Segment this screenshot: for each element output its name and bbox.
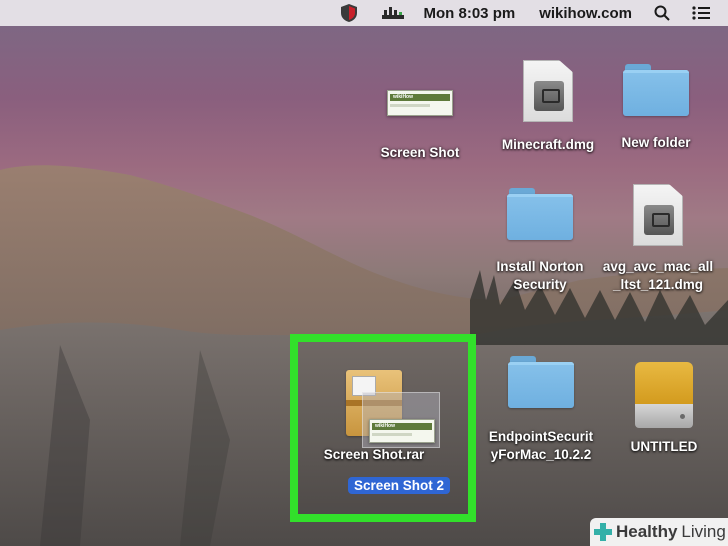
menu-bar: Mon 8:03 pm wikihow.com — [0, 0, 728, 26]
drag-selected-label[interactable]: Screen Shot 2 — [348, 477, 451, 494]
screenshot-thumbnail-icon: wikiHow — [369, 419, 435, 443]
folder-icon — [507, 188, 573, 240]
notification-list-icon[interactable] — [692, 6, 710, 20]
watermark-brand-bold: Healthy — [616, 522, 678, 541]
desktop-item-minecraft-dmg[interactable]: Minecraft.dmg — [493, 60, 603, 154]
drag-label-wrapper: Screen Shot 2 — [348, 477, 451, 495]
watermark-brand-light: Living — [681, 522, 726, 541]
spotlight-search-icon[interactable] — [654, 5, 670, 21]
menu-site-label: wikihow.com — [539, 4, 632, 22]
external-drive-icon — [635, 362, 693, 428]
desktop-item-label: New folder — [621, 135, 691, 150]
desktop-item-screen-shot[interactable]: wikiHow Screen Shot — [372, 88, 468, 162]
thumbnail-text: wikiHow — [375, 423, 396, 429]
desktop-item-label: UNTITLED — [630, 439, 698, 454]
desktop-item-untitled-drive[interactable]: UNTITLED — [616, 362, 712, 456]
watermark: Healthy Living — [590, 518, 728, 546]
desktop-item-label: Install Norton Security — [496, 259, 584, 292]
screenshot-thumbnail-icon: wikiHow — [387, 90, 453, 116]
drag-preview: wikiHow — [362, 392, 440, 448]
disk-image-icon — [523, 60, 573, 122]
desktop-item-label: EndpointSecurit yForMac_10.2.2 — [488, 429, 594, 462]
shield-icon[interactable] — [340, 3, 358, 23]
desktop-item-label: Minecraft.dmg — [501, 137, 595, 152]
desktop-item-install-norton[interactable]: Install Norton Security — [486, 188, 594, 294]
disk-image-icon — [633, 184, 683, 246]
desktop-item-avg-dmg[interactable]: avg_avc_mac_all _ltst_121.dmg — [596, 184, 720, 294]
desktop-item-new-folder[interactable]: New folder — [608, 64, 704, 152]
desktop-item-label: Screen Shot — [380, 145, 460, 160]
folder-icon — [623, 64, 689, 116]
desktop-item-label: Screen Shot.rar — [323, 447, 425, 462]
thumbnail-text: wikiHow — [393, 94, 414, 100]
folder-icon — [508, 356, 574, 408]
medical-cross-icon — [594, 523, 612, 541]
desktop-item-endpoint-security[interactable]: EndpointSecurit yForMac_10.2.2 — [482, 356, 600, 464]
menu-clock[interactable]: Mon 8:03 pm — [424, 5, 516, 22]
desktop-item-label: avg_avc_mac_all _ltst_121.dmg — [602, 259, 714, 292]
network-icon[interactable] — [380, 4, 406, 22]
